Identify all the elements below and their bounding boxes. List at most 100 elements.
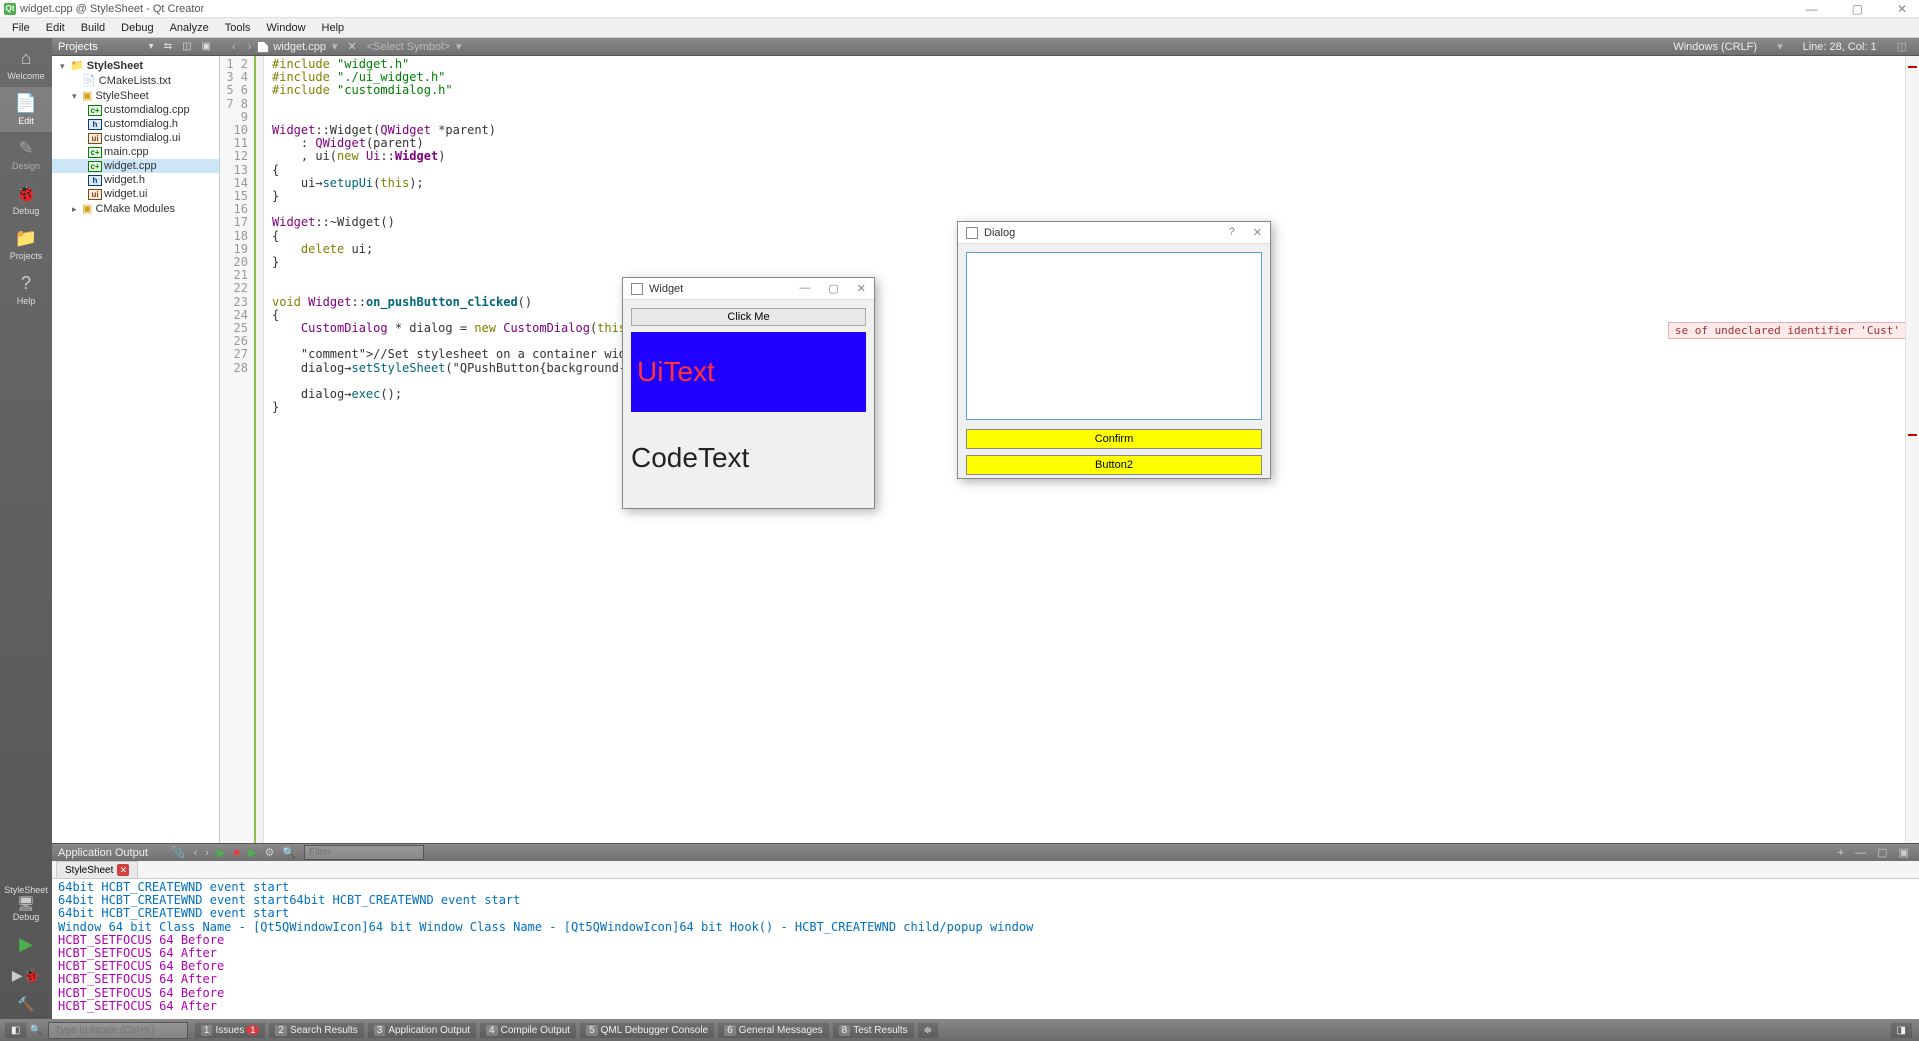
close-file-button[interactable]: ✕ <box>347 40 356 53</box>
debug-run-button[interactable]: ▶🐞 <box>12 961 40 990</box>
confirm-button[interactable]: Confirm <box>966 429 1262 449</box>
tree-project[interactable]: ▾▣ StyleSheet <box>52 88 219 103</box>
tree-file[interactable]: c+customdialog.cpp <box>52 103 219 117</box>
nav-back-button[interactable]: ‹ <box>226 41 242 53</box>
close-pane-icon[interactable]: ▣ <box>199 41 214 52</box>
dialog-titlebar[interactable]: Dialog ? ✕ <box>958 222 1270 244</box>
tree-file[interactable]: hcustomdialog.h <box>52 117 219 131</box>
progress-toggle[interactable]: ◨ <box>1890 1022 1913 1039</box>
status-tab-general[interactable]: 6General Messages <box>717 1022 830 1039</box>
close-button[interactable]: ✕ <box>1889 2 1915 16</box>
menu-window[interactable]: Window <box>258 22 313 34</box>
tree-root[interactable]: ▾📁 StyleSheet <box>52 58 219 73</box>
stop-icon[interactable]: ■ <box>229 847 244 859</box>
mode-projects[interactable]: 📁Projects <box>0 222 52 267</box>
menu-file[interactable]: File <box>4 22 38 34</box>
menu-build[interactable]: Build <box>73 22 113 34</box>
minimize-pane-icon[interactable]: — <box>1851 847 1870 859</box>
title-bar: Qt widget.cpp @ StyleSheet - Qt Creator … <box>0 0 1919 18</box>
maximize-button[interactable]: ▢ <box>828 282 838 295</box>
mode-help[interactable]: ?Help <box>0 267 52 312</box>
rerun-icon[interactable]: ▶ <box>213 846 229 859</box>
project-tree[interactable]: ▾📁 StyleSheet 📄 CMakeLists.txt ▾▣ StyleS… <box>52 56 220 843</box>
scrollbar-minimap[interactable] <box>1905 56 1919 843</box>
tree-modules[interactable]: ▸▣ CMake Modules <box>52 201 219 216</box>
output-toolbar: Application Output 📎 ‹ › ▶ ■ ▶ ⚙ 🔍 + — ▢… <box>52 843 1919 861</box>
fold-bar[interactable] <box>256 56 264 843</box>
menu-edit[interactable]: Edit <box>38 22 73 34</box>
window-title: widget.cpp @ StyleSheet - Qt Creator <box>20 3 204 15</box>
status-bar: ◧ 🔍 1Issues1 2Search Results 3Applicatio… <box>0 1019 1919 1041</box>
menu-tools[interactable]: Tools <box>217 22 259 34</box>
sidebar-toggle[interactable]: ◧ <box>4 1022 27 1039</box>
output-filter-input[interactable] <box>304 845 424 860</box>
status-more[interactable]: ≑ <box>917 1022 939 1039</box>
dialog-textarea[interactable] <box>966 252 1262 420</box>
edit-icon: 📄 <box>0 93 52 114</box>
settings-icon[interactable]: ⚙ <box>261 846 279 859</box>
split-editor-icon[interactable]: ◫ <box>1891 40 1913 53</box>
symbol-dd-icon[interactable]: ▾ <box>450 40 468 53</box>
output-console[interactable]: 64bit HCBT_CREATEWND event start64bit HC… <box>52 879 1919 1019</box>
help-button[interactable]: ? <box>1229 226 1235 239</box>
status-tab-search[interactable]: 2Search Results <box>268 1022 364 1039</box>
filter-icon[interactable]: ▾ <box>146 41 157 52</box>
maximize-button[interactable]: ▢ <box>1844 2 1871 16</box>
inline-error: se of undeclared identifier 'Cust' <box>1668 322 1907 339</box>
status-tab-tests[interactable]: 8Test Results <box>832 1022 915 1039</box>
dialog-window[interactable]: Dialog ? ✕ Confirm Button2 <box>957 221 1271 479</box>
output-label: Application Output <box>58 847 148 859</box>
mode-welcome[interactable]: ⌂Welcome <box>0 42 52 87</box>
widget-window[interactable]: Widget — ▢ ✕ Click Me UiText CodeText <box>622 277 875 509</box>
build-button[interactable]: 🔨 <box>17 990 34 1019</box>
add-pane-icon[interactable]: + <box>1834 847 1848 859</box>
status-tab-compile[interactable]: 4Compile Output <box>479 1022 577 1039</box>
close-pane-icon[interactable]: ▣ <box>1895 847 1913 859</box>
mode-edit[interactable]: 📄Edit <box>0 87 52 132</box>
bug-icon: 🐞 <box>0 183 52 204</box>
kit-selector[interactable]: StyleSheet 🖥 Debug <box>2 879 50 928</box>
projects-icon: 📁 <box>0 228 52 249</box>
tree-file[interactable]: hwidget.h <box>52 173 219 187</box>
cursor-position[interactable]: Line: 28, Col: 1 <box>1803 41 1877 53</box>
dialog-title: Dialog <box>984 227 1015 239</box>
output-tab[interactable]: StyleSheet✕ <box>56 861 138 878</box>
tree-cmake[interactable]: 📄 CMakeLists.txt <box>52 73 219 88</box>
menu-analyze[interactable]: Analyze <box>162 22 217 34</box>
file-dd-icon[interactable]: ▾ <box>326 40 344 53</box>
click-me-button[interactable]: Click Me <box>631 308 866 326</box>
nav-fwd-button[interactable]: › <box>242 41 258 53</box>
maximize-pane-icon[interactable]: ▢ <box>1873 847 1891 859</box>
tree-file[interactable]: uiwidget.ui <box>52 187 219 201</box>
status-tab-issues[interactable]: 1Issues1 <box>194 1022 266 1039</box>
status-tab-qml[interactable]: 5QML Debugger Console <box>579 1022 715 1039</box>
next-icon[interactable]: › <box>201 847 213 859</box>
run-button[interactable]: ▶ <box>19 928 33 961</box>
locator-input[interactable] <box>48 1022 188 1039</box>
mode-debug[interactable]: 🐞Debug <box>0 177 52 222</box>
mode-design[interactable]: ✎Design <box>0 132 52 177</box>
tree-file-current[interactable]: c+widget.cpp <box>52 159 219 173</box>
status-tab-appout[interactable]: 3Application Output <box>367 1022 477 1039</box>
menu-debug[interactable]: Debug <box>113 22 161 34</box>
symbol-dropdown[interactable]: <Select Symbol> <box>367 41 450 53</box>
menu-bar: File Edit Build Debug Analyze Tools Wind… <box>0 18 1919 38</box>
prev-icon[interactable]: ‹ <box>190 847 202 859</box>
menu-help[interactable]: Help <box>314 22 353 34</box>
close-button[interactable]: ✕ <box>1253 226 1262 239</box>
attach-icon[interactable]: 📎 <box>168 846 190 859</box>
minimize-button[interactable]: — <box>799 282 810 295</box>
line-ending-dropdown[interactable]: Windows (CRLF) <box>1673 41 1757 53</box>
open-file-dropdown[interactable]: widget.cpp <box>273 41 326 53</box>
rerun2-icon[interactable]: ▶ <box>244 846 260 859</box>
link-icon[interactable]: ⇆ <box>161 41 175 52</box>
close-tab-icon[interactable]: ✕ <box>117 864 129 876</box>
split-icon[interactable]: ◫ <box>179 41 194 52</box>
tree-file[interactable]: uicustomdialog.ui <box>52 131 219 145</box>
app-icon <box>966 227 978 239</box>
widget-titlebar[interactable]: Widget — ▢ ✕ <box>623 278 874 300</box>
tree-file[interactable]: c+main.cpp <box>52 145 219 159</box>
button2-button[interactable]: Button2 <box>966 455 1262 475</box>
minimize-button[interactable]: — <box>1798 2 1826 16</box>
close-button[interactable]: ✕ <box>857 282 866 295</box>
